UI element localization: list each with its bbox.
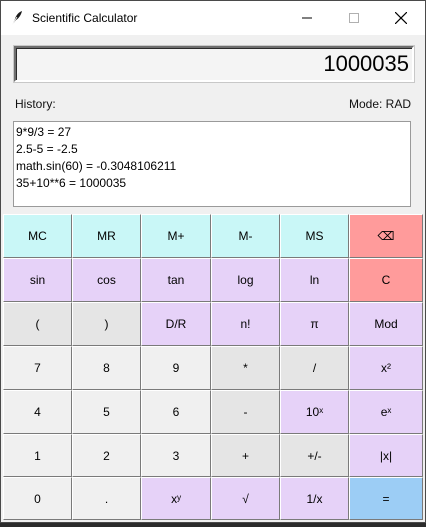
minimize-icon	[302, 17, 312, 19]
open-paren-button[interactable]: (	[3, 302, 72, 346]
history-label: History:	[15, 97, 56, 111]
calculator-window: Scientific Calculator 1000035 History: M…	[0, 0, 426, 523]
mod-button[interactable]: Mod	[349, 302, 423, 346]
add-button[interactable]: +	[211, 434, 280, 477]
history-list[interactable]: 9*9/3 = 27 2.5-5 = -2.5 math.sin(60) = -…	[13, 121, 411, 207]
close-paren-button[interactable]: )	[72, 302, 141, 346]
maximize-icon	[349, 13, 359, 23]
backspace-button[interactable]: ⌫	[349, 214, 423, 258]
result-display[interactable]: 1000035	[14, 46, 414, 82]
mode-label: Mode: RAD	[348, 97, 411, 111]
cos-button[interactable]: cos	[72, 258, 141, 302]
exp-button[interactable]: eˣ	[349, 390, 423, 434]
close-icon	[395, 12, 407, 24]
absolute-value-button[interactable]: |x|	[349, 434, 423, 477]
keypad: MC MR M+ M- MS ⌫ sin cos tan log ln C ( …	[3, 214, 423, 520]
title-bar[interactable]: Scientific Calculator	[1, 1, 425, 35]
digit-6-button[interactable]: 6	[141, 390, 211, 434]
memory-clear-button[interactable]: MC	[3, 214, 72, 258]
memory-recall-button[interactable]: MR	[72, 214, 141, 258]
history-entry: 9*9/3 = 27	[16, 125, 72, 139]
digit-3-button[interactable]: 3	[141, 434, 211, 477]
feather-icon	[9, 10, 23, 26]
factorial-button[interactable]: n!	[211, 302, 280, 346]
power-button[interactable]: xʸ	[141, 477, 211, 520]
memory-subtract-button[interactable]: M-	[211, 214, 280, 258]
clear-button[interactable]: C	[349, 258, 423, 302]
divide-button[interactable]: /	[280, 346, 349, 390]
display-value: 1000035	[323, 51, 409, 76]
minimize-button[interactable]	[284, 1, 330, 35]
pi-button[interactable]: π	[280, 302, 349, 346]
maximize-button[interactable]	[331, 1, 377, 35]
log-button[interactable]: log	[211, 258, 280, 302]
digit-9-button[interactable]: 9	[141, 346, 211, 390]
close-button[interactable]	[378, 1, 424, 35]
reciprocal-button[interactable]: 1/x	[280, 477, 349, 520]
decimal-point-button[interactable]: .	[72, 477, 141, 520]
history-entry: 35+10**6 = 1000035	[16, 176, 127, 190]
square-root-button[interactable]: √	[211, 477, 280, 520]
window-title: Scientific Calculator	[32, 11, 138, 25]
memory-add-button[interactable]: M+	[141, 214, 211, 258]
history-entry: 2.5-5 = -2.5	[16, 142, 78, 156]
digit-0-button[interactable]: 0	[3, 477, 72, 520]
digit-4-button[interactable]: 4	[3, 390, 72, 434]
digit-1-button[interactable]: 1	[3, 434, 72, 477]
digit-2-button[interactable]: 2	[72, 434, 141, 477]
sin-button[interactable]: sin	[3, 258, 72, 302]
square-button[interactable]: x²	[349, 346, 423, 390]
negate-button[interactable]: +/-	[280, 434, 349, 477]
tan-button[interactable]: tan	[141, 258, 211, 302]
digit-7-button[interactable]: 7	[3, 346, 72, 390]
equals-button[interactable]: =	[349, 477, 423, 520]
history-entry: math.sin(60) = -0.3048106211	[16, 159, 177, 173]
digit-5-button[interactable]: 5	[72, 390, 141, 434]
multiply-button[interactable]: *	[211, 346, 280, 390]
ln-button[interactable]: ln	[280, 258, 349, 302]
subtract-button[interactable]: -	[211, 390, 280, 434]
memory-store-button[interactable]: MS	[280, 214, 349, 258]
digit-8-button[interactable]: 8	[72, 346, 141, 390]
deg-rad-toggle-button[interactable]: D/R	[141, 302, 211, 346]
power-of-ten-button[interactable]: 10ˣ	[280, 390, 349, 434]
